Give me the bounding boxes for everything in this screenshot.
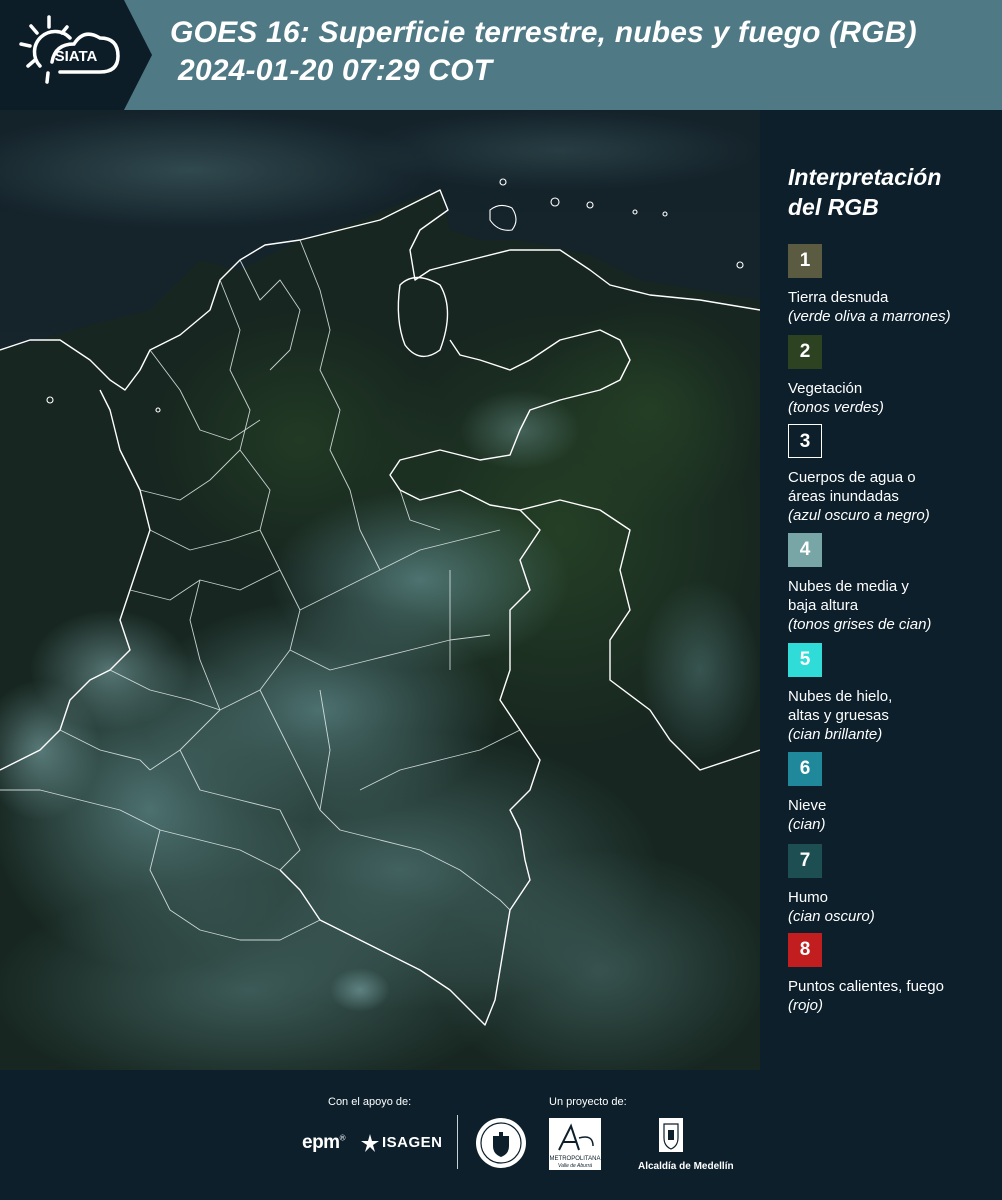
rgb-legend: Interpretación del RGB 1 Tierra desnuda … — [762, 110, 1002, 1070]
title-line-2: 2024-01-20 07:29 COT — [178, 54, 493, 87]
legend-swatch-6: 6 — [788, 752, 822, 786]
legend-desc: (tonos grises de cian) — [788, 616, 932, 633]
project-label: Un proyecto de: — [549, 1096, 627, 1108]
title-line-1: GOES 16: Superficie terrestre, nubes y f… — [170, 16, 917, 49]
page-title: GOES 16: Superficie terrestre, nubes y f… — [170, 14, 1000, 90]
legend-item-fire: 8 Puntos calientes, fuego (rojo) — [788, 933, 998, 1015]
legend-desc: (azul oscuro a negro) — [788, 507, 930, 524]
metro-sub: Valle de Aburrá — [558, 1163, 592, 1169]
legend-label: Cuerpos de agua o — [788, 469, 916, 486]
legend-item-snow: 6 Nieve (cian) — [788, 752, 998, 834]
legend-label: áreas inundadas — [788, 488, 899, 505]
support-label: Con el apoyo de: — [328, 1096, 412, 1108]
sun-cloud-icon: SIATA — [19, 15, 120, 84]
legend-desc: (rojo) — [788, 997, 824, 1014]
legend-item-bare-soil: 1 Tierra desnuda (verde oliva a marrones… — [788, 244, 998, 326]
metro-name: METROPOLITANA — [550, 1156, 601, 1162]
legend-desc: (cian brillante) — [788, 726, 883, 743]
epm-logo[interactable]: epm® — [302, 1132, 346, 1154]
siata-logo[interactable]: SIATA — [0, 0, 140, 110]
legend-swatch-3: 3 — [788, 424, 822, 458]
header-banner: SIATA GOES 16: Superficie terrestre, nub… — [0, 0, 1002, 110]
isagen-logo-text: ISAGEN — [382, 1134, 443, 1151]
legend-label: Nubes de media y — [788, 578, 909, 595]
area-metropolitana-logo[interactable]: METROPOLITANA Valle de Aburrá — [549, 1118, 601, 1170]
legend-label: Nubes de hielo, — [788, 688, 893, 705]
legend-label: Nieve — [788, 797, 827, 814]
legend-desc: (cian oscuro) — [788, 908, 875, 925]
legend-label: Vegetación — [788, 380, 863, 397]
satellite-map[interactable] — [0, 110, 760, 1070]
legend-swatch-1: 1 — [788, 244, 822, 278]
legend-item-water: 3 Cuerpos de agua o áreas inundadas (azu… — [788, 424, 998, 525]
satellite-map-image — [0, 110, 760, 1070]
legend-swatch-7: 7 — [788, 844, 822, 878]
footer: Con el apoyo de: Un proyecto de: epm® IS… — [0, 1070, 1002, 1200]
logo-text: SIATA — [55, 48, 98, 65]
legend-title: Interpretación del RGB — [788, 162, 988, 222]
isagen-star-icon — [361, 1134, 379, 1152]
legend-desc: (cian) — [788, 816, 826, 833]
legend-item-smoke: 7 Humo (cian oscuro) — [788, 844, 998, 926]
legend-desc: (verde oliva a marrones) — [788, 308, 951, 325]
legend-title-line-2: del RGB — [788, 194, 879, 220]
legend-label: Tierra desnuda — [788, 289, 889, 306]
legend-label: baja altura — [788, 597, 859, 614]
legend-title-line-1: Interpretación — [788, 164, 942, 190]
legend-swatch-2: 2 — [788, 335, 822, 369]
medellin-shield-icon — [659, 1118, 683, 1152]
legend-desc: (tonos verdes) — [788, 399, 884, 416]
alcaldia-text: Alcaldía de Medellín — [638, 1161, 734, 1172]
legend-swatch-8: 8 — [788, 933, 822, 967]
legend-item-low-clouds: 4 Nubes de media y baja altura (tonos gr… — [788, 533, 998, 634]
legend-swatch-4: 4 — [788, 533, 822, 567]
epm-registered-mark: ® — [339, 1133, 346, 1143]
legend-label: altas y gruesas — [788, 707, 889, 724]
legend-item-ice-clouds: 5 Nubes de hielo, altas y gruesas (cian … — [788, 643, 998, 744]
area-metropolitana-icon: METROPOLITANA Valle de Aburrá — [550, 1123, 601, 1169]
antioquia-seal-icon[interactable] — [474, 1116, 528, 1170]
epm-logo-text: epm — [302, 1132, 340, 1153]
legend-label: Humo — [788, 889, 829, 906]
footer-divider — [457, 1115, 458, 1169]
alcaldia-medellin-logo[interactable]: Alcaldía de Medellín — [638, 1116, 734, 1172]
legend-label: Puntos calientes, fuego — [788, 978, 944, 995]
legend-item-vegetation: 2 Vegetación (tonos verdes) — [788, 335, 998, 417]
legend-swatch-5: 5 — [788, 643, 822, 677]
